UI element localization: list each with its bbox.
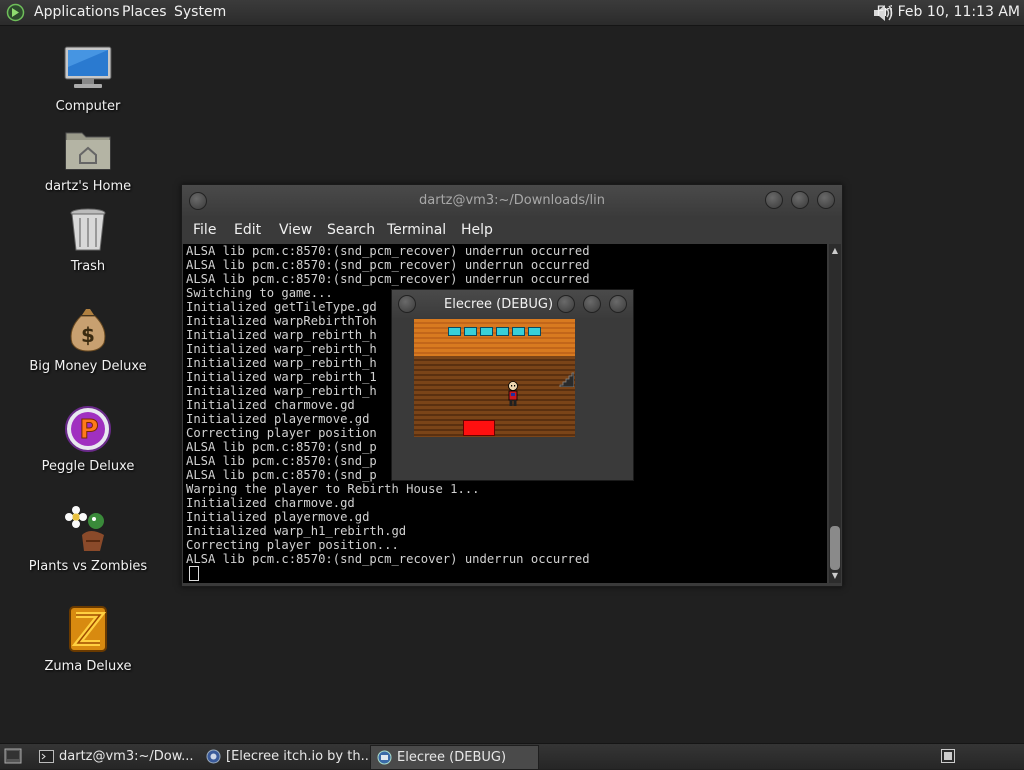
- menu-search[interactable]: Search: [327, 222, 375, 238]
- taskbar-item-label: dartz@vm3:~/Dow...: [59, 749, 194, 764]
- desktop-icon-plants-vs-zombies[interactable]: Plants vs Zombies: [13, 505, 163, 574]
- system-menu[interactable]: System: [174, 4, 226, 20]
- desktop-icon-label: Plants vs Zombies: [28, 559, 148, 574]
- plants-vs-zombies-icon: [65, 506, 104, 551]
- ceiling-light-tile: [512, 327, 525, 336]
- menu-view[interactable]: View: [279, 222, 312, 238]
- show-desktop-icon[interactable]: [4, 748, 22, 764]
- ceiling-light-tile: [464, 327, 477, 336]
- desktop-icon-label: Peggle Deluxe: [41, 459, 135, 474]
- desktop-icon-home[interactable]: dartz's Home: [13, 125, 163, 194]
- trash-icon: [70, 208, 106, 251]
- maximize-icon[interactable]: [791, 191, 809, 209]
- text-cursor: [189, 566, 199, 581]
- menu-file[interactable]: File: [193, 222, 216, 238]
- terminal-titlebar[interactable]: dartz@vm3:~/Downloads/lin: [182, 185, 842, 216]
- desktop-icon-label: Computer: [55, 99, 121, 114]
- game-window[interactable]: Elecree (DEBUG): [391, 289, 634, 481]
- game-titlebar[interactable]: Elecree (DEBUG): [392, 290, 633, 318]
- game-icon: [377, 750, 392, 765]
- desktop-icon-trash[interactable]: Trash: [13, 205, 163, 274]
- taskbar-item-label: Elecree (DEBUG): [397, 750, 507, 765]
- places-menu[interactable]: Places: [122, 4, 167, 20]
- ceiling-light-tile: [480, 327, 493, 336]
- peggle-icon: P: [65, 406, 111, 452]
- terminal-line: ALSA lib pcm.c:8570:(snd_pcm_recover) un…: [186, 552, 590, 566]
- close-icon[interactable]: [609, 295, 627, 313]
- maximize-icon[interactable]: [583, 295, 601, 313]
- menu-help[interactable]: Help: [461, 222, 493, 238]
- terminal-line: Correcting player position...: [186, 538, 399, 552]
- terminal-icon: [39, 750, 54, 763]
- terminal-scrollbar[interactable]: ▲ ▼: [829, 244, 841, 583]
- minimize-icon[interactable]: [765, 191, 783, 209]
- applications-menu[interactable]: Applications: [34, 4, 120, 20]
- game-canvas[interactable]: [414, 319, 575, 437]
- terminal-line: Initialized playermove.gd: [186, 510, 370, 524]
- stairs-icon: [559, 372, 574, 387]
- scroll-down-arrow-icon[interactable]: ▼: [830, 571, 840, 581]
- svg-text:$: $: [81, 323, 95, 347]
- desktop-icon-big-money[interactable]: $ Big Money Deluxe: [13, 305, 163, 374]
- taskbar-item-browser[interactable]: [Elecree itch.io by th...: [200, 745, 373, 768]
- desktop-icon-computer[interactable]: Computer: [13, 45, 163, 114]
- taskbar-item-terminal[interactable]: dartz@vm3:~/Dow...: [33, 745, 200, 768]
- terminal-line: Initialized charmove.gd: [186, 496, 355, 510]
- desktop-icon-label: Big Money Deluxe: [29, 359, 147, 374]
- workspace-switcher-icon[interactable]: [941, 749, 955, 763]
- red-block: [463, 420, 495, 436]
- terminal-prompt-line: [183, 566, 827, 581]
- terminal-line: ALSA lib pcm.c:8570:(snd_pcm_recover) un…: [186, 272, 590, 286]
- desktop-icon-zuma[interactable]: Zuma Deluxe: [13, 605, 163, 674]
- terminal-line: ALSA lib pcm.c:8570:(snd_pcm_recover) un…: [186, 244, 590, 258]
- applications-logo-icon[interactable]: [6, 3, 25, 22]
- game-window-title: Elecree (DEBUG): [444, 297, 554, 312]
- ceiling-light-tile: [496, 327, 509, 336]
- browser-icon: [206, 749, 221, 764]
- taskbar-item-label: [Elecree itch.io by th...: [226, 749, 373, 764]
- terminal-title: dartz@vm3:~/Downloads/lin: [419, 193, 605, 208]
- game-wall: [414, 319, 575, 356]
- minimize-icon[interactable]: [557, 295, 575, 313]
- svg-text:P: P: [79, 415, 98, 445]
- ceiling-light-tile: [528, 327, 541, 336]
- menu-terminal[interactable]: Terminal: [387, 222, 446, 238]
- desktop-icon-peggle[interactable]: P Peggle Deluxe: [13, 405, 163, 474]
- scrollbar-thumb[interactable]: [830, 526, 840, 570]
- desktop-icon-label: Zuma Deluxe: [44, 659, 132, 674]
- terminal-line: ALSA lib pcm.c:8570:(snd_pcm_recover) un…: [186, 258, 590, 272]
- menu-edit[interactable]: Edit: [234, 222, 261, 238]
- window-menu-icon[interactable]: [398, 295, 416, 313]
- computer-icon: [64, 46, 112, 88]
- desktop-icon-label: dartz's Home: [44, 179, 132, 194]
- money-bag-icon: $: [70, 309, 106, 352]
- ceiling-light-tile: [448, 327, 461, 336]
- player-character-icon: [508, 381, 518, 406]
- clock[interactable]: Fri Feb 10, 11:13 AM: [876, 4, 1020, 20]
- desktop-icon-label: Trash: [70, 259, 106, 274]
- scroll-up-arrow-icon[interactable]: ▲: [830, 246, 840, 256]
- terminal-line: Warping the player to Rebirth House 1...: [186, 482, 480, 496]
- home-folder-icon: [65, 132, 111, 170]
- close-icon[interactable]: [817, 191, 835, 209]
- zuma-icon: [69, 606, 107, 652]
- bottom-taskbar: dartz@vm3:~/Dow... [Elecree itch.io by t…: [0, 743, 1024, 770]
- terminal-menubar: File Edit View Search Terminal Help: [182, 216, 842, 244]
- taskbar-item-game[interactable]: Elecree (DEBUG): [370, 745, 539, 770]
- top-panel: Applications Places System Fri Feb 10, 1…: [0, 0, 1024, 26]
- terminal-line: Initialized warp_h1_rebirth.gd: [186, 524, 407, 538]
